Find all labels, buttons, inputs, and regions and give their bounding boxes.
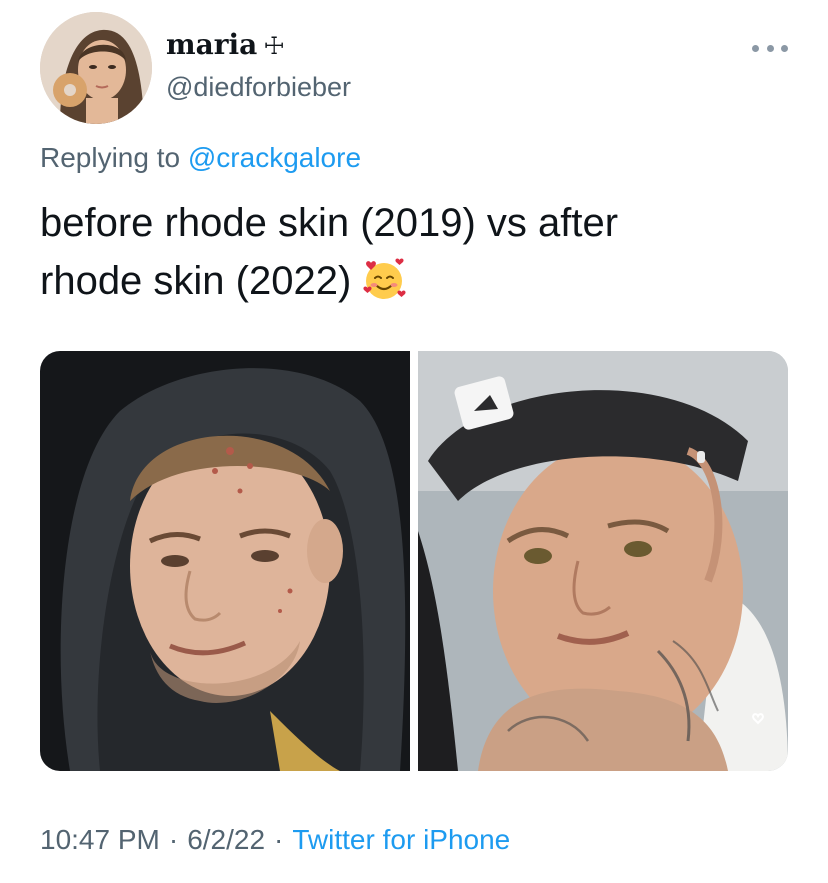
photo-after-image — [418, 351, 788, 771]
tweet-text-line: before rhode skin (2019) vs after — [40, 201, 619, 245]
display-name-text: maria — [166, 28, 258, 61]
more-horizontal-icon — [781, 44, 788, 52]
reply-mention-link[interactable]: @crackgalore — [188, 142, 361, 173]
more-options-button[interactable] — [752, 36, 788, 60]
tweet-source-link[interactable]: Twitter for iPhone — [292, 824, 510, 855]
tweet-metadata: 10:47 PM · 6/2/22 · Twitter for iPhone — [40, 820, 510, 860]
tweet-date[interactable]: 6/2/22 — [187, 824, 265, 855]
tweet: maria ☩ @diedforbieber Replying to @crack… — [0, 0, 828, 883]
tweet-text: before rhode skin (2019) vs after rhode … — [40, 194, 770, 310]
tweet-text-line: rhode skin (2022) — [40, 259, 352, 303]
tweet-text-line-with-emoji: rhode skin (2022) — [40, 252, 770, 310]
more-horizontal-icon — [766, 44, 774, 52]
author-avatar[interactable] — [40, 12, 152, 124]
author-display-name[interactable]: maria ☩ — [166, 28, 285, 63]
tweet-media — [40, 351, 788, 771]
reply-prefix: Replying to — [40, 142, 181, 173]
cross-symbol: ☩ — [263, 32, 285, 60]
media-photo-before[interactable] — [40, 351, 410, 771]
more-horizontal-icon — [752, 44, 759, 52]
smiling-face-with-hearts-icon — [363, 258, 406, 299]
photo-before-image — [40, 351, 410, 771]
tweet-time[interactable]: 10:47 PM — [40, 824, 160, 855]
media-photo-after[interactable] — [418, 351, 788, 771]
avatar-photo — [40, 12, 152, 124]
meta-separator: · — [274, 824, 284, 855]
reply-context: Replying to @crackgalore — [40, 140, 361, 176]
meta-separator: · — [168, 824, 179, 855]
author-handle[interactable]: @diedforbieber — [166, 70, 351, 104]
